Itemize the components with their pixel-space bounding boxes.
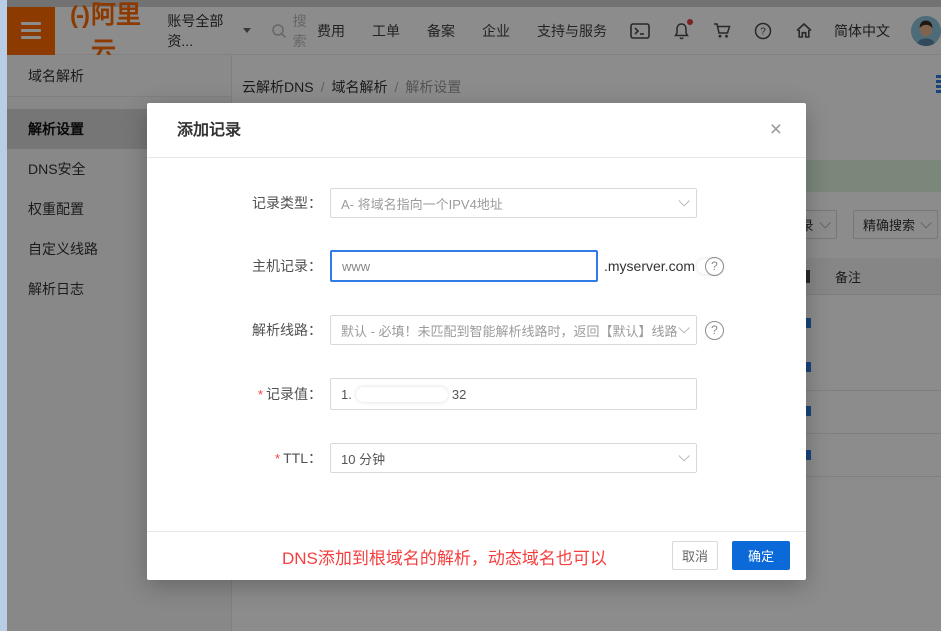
cancel-button[interactable]: 取消 [672, 541, 718, 570]
record-type-row: 记录类型： A- 将域名指向一个IPV4地址 [147, 187, 806, 219]
resolution-line-label: 解析线路： [147, 320, 322, 340]
ttl-label: *TTL： [147, 448, 322, 468]
resolution-line-row: 解析线路： 默认 - 必填！未匹配到智能解析线路时，返回【默认】线路设... ? [147, 314, 806, 346]
dialog-footer: DNS添加到根域名的解析，动态域名也可以 取消 确定 [147, 531, 806, 580]
dialog-title: 添加记录 [177, 103, 241, 158]
screen: (-) 阿里云 账号全部资... 搜索 费用 工单 备案 企业 支持与服务 [0, 0, 941, 631]
add-record-dialog: 添加记录 × 记录类型： A- 将域名指向一个IPV4地址 主机记录： .mys… [147, 103, 806, 580]
record-type-select[interactable]: A- 将域名指向一个IPV4地址 [330, 188, 697, 218]
chevron-down-icon [678, 322, 689, 333]
host-record-row: 主机记录： .myserver.com ? [147, 250, 806, 282]
redaction-blur [356, 387, 448, 402]
ttl-select[interactable]: 10 分钟 [330, 443, 697, 473]
record-value-row: *记录值： 1. 32 [147, 378, 806, 410]
record-value-label: *记录值： [147, 384, 322, 404]
host-record-label: 主机记录： [147, 256, 322, 276]
help-icon[interactable]: ? [705, 257, 724, 276]
help-icon[interactable]: ? [705, 321, 724, 340]
annotation-note: DNS添加到根域名的解析，动态域名也可以 [282, 544, 607, 569]
record-type-value: A- 将域名指向一个IPV4地址 [341, 194, 678, 213]
resolution-line-value: 默认 - 必填！未匹配到智能解析线路时，返回【默认】线路设... [341, 321, 678, 340]
ttl-row: *TTL： 10 分钟 [147, 442, 806, 474]
resolution-line-select[interactable]: 默认 - 必填！未匹配到智能解析线路时，返回【默认】线路设... [330, 315, 697, 345]
record-value-suffix: 32 [452, 387, 466, 402]
required-asterisk: * [275, 451, 280, 466]
required-asterisk: * [258, 387, 263, 402]
confirm-button[interactable]: 确定 [732, 541, 790, 570]
record-value-input[interactable]: 1. 32 [330, 378, 697, 410]
chevron-down-icon [678, 195, 689, 206]
close-icon[interactable]: × [770, 118, 782, 142]
dialog-header: 添加记录 × [147, 103, 806, 158]
chevron-down-icon [678, 450, 689, 461]
window-edge-left [0, 0, 7, 631]
record-type-label: 记录类型： [147, 193, 322, 213]
ttl-value: 10 分钟 [341, 449, 678, 468]
host-record-input[interactable] [330, 250, 598, 282]
record-value-prefix: 1. [341, 387, 352, 402]
domain-suffix: .myserver.com [604, 258, 695, 274]
